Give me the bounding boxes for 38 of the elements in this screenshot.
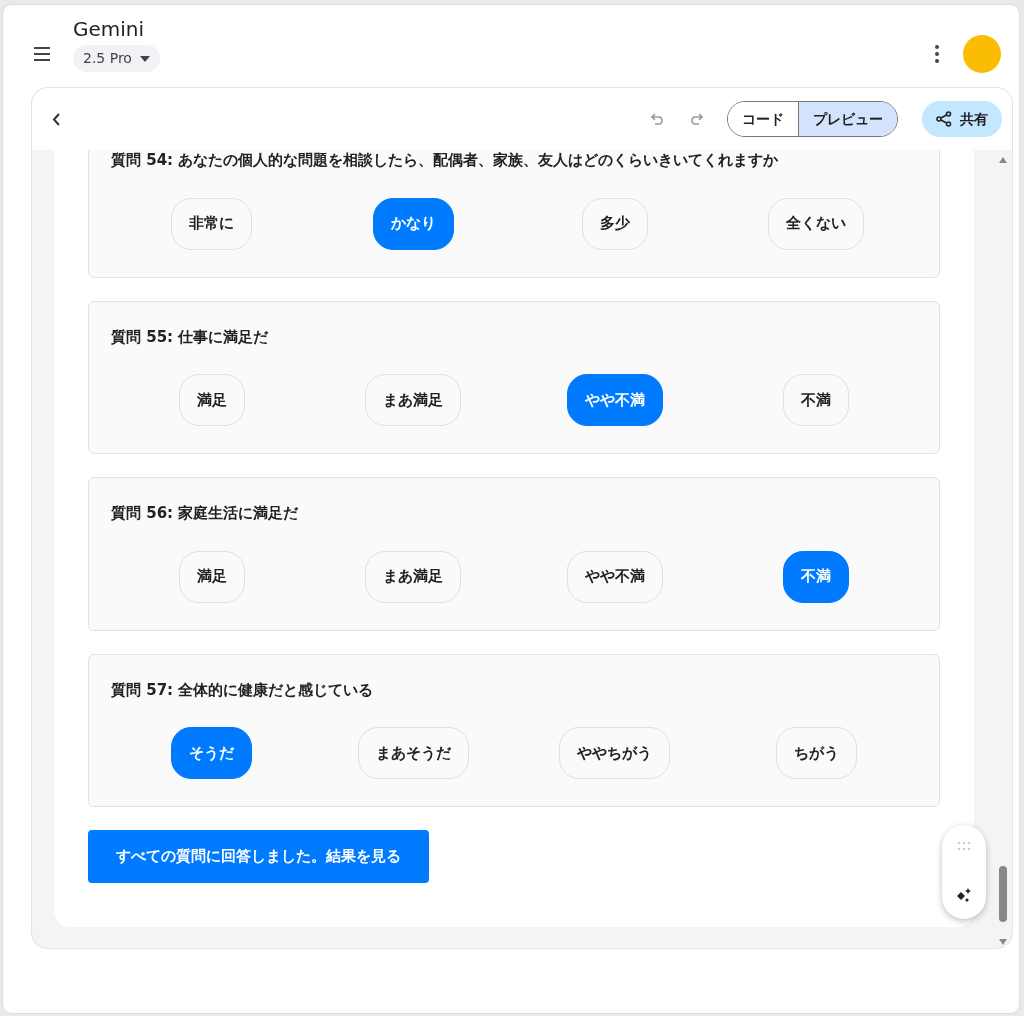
answer-option[interactable]: やや不満 (566, 550, 663, 603)
menu-icon[interactable] (33, 47, 51, 61)
answer-option[interactable]: まあ満足 (365, 374, 462, 426)
share-icon (936, 111, 952, 127)
share-button[interactable]: 共有 (922, 101, 1002, 137)
submit-button[interactable]: すべての質問に回答しました。結果を見る (88, 830, 429, 883)
answer-option[interactable]: やや不満 (566, 374, 663, 426)
view-tab[interactable]: プレビュー (798, 102, 897, 136)
caret-icon (139, 55, 150, 62)
drag-handle-icon[interactable] (957, 841, 971, 851)
redo-icon[interactable] (689, 113, 703, 125)
model-selector[interactable]: 2.5 Pro (73, 45, 160, 72)
question-text: 質問 54: あなたの個人的な問題を相談したら、配偶者、家族、友人はどのくらいきいてくれますか (111, 150, 780, 171)
back-icon[interactable] (52, 112, 60, 126)
answer-option[interactable]: ややちがう (559, 727, 671, 779)
question-text: 質問 57: 全体的に健康だと感じている (111, 679, 375, 701)
app-title: Gemini (73, 17, 145, 41)
answer-option[interactable]: かなり (372, 197, 454, 250)
answer-option[interactable]: 満足 (178, 550, 245, 603)
question-text: 質問 55: 仕事に満足だ (111, 326, 270, 348)
answer-option[interactable]: ちがう (775, 727, 857, 779)
answer-option[interactable]: 不満 (783, 550, 850, 603)
sparkle-icon[interactable] (955, 887, 973, 903)
scrollbar-thumb[interactable] (999, 866, 1007, 922)
scroll-up-icon[interactable] (998, 156, 1008, 164)
scroll-down-icon[interactable] (998, 938, 1008, 946)
answer-option[interactable]: 多少 (581, 197, 648, 250)
avatar[interactable] (963, 35, 1001, 73)
answer-option[interactable]: 満足 (178, 374, 245, 426)
more-options-icon[interactable] (935, 45, 939, 63)
answer-option[interactable]: まあ満足 (365, 550, 462, 603)
undo-icon[interactable] (651, 113, 665, 125)
answer-option[interactable]: 全くない (768, 197, 865, 250)
answer-option[interactable]: まあそうだ (357, 727, 469, 779)
answer-option[interactable]: 非常に (171, 197, 253, 250)
answer-option[interactable]: そうだ (171, 727, 253, 779)
answer-option[interactable]: 不満 (783, 374, 850, 426)
question-text: 質問 56: 家庭生活に満足だ (111, 503, 300, 524)
